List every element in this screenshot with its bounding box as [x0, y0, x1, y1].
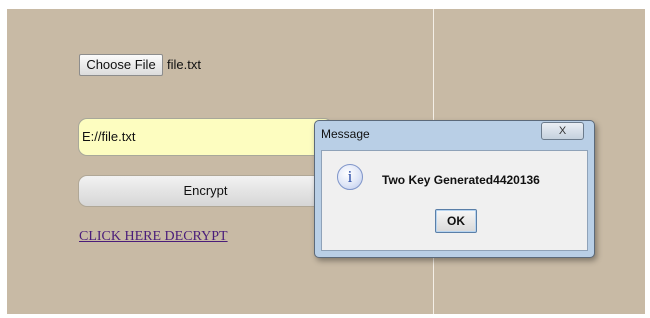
message-dialog: Message X i Two Key Generated4420136 OK: [314, 120, 595, 258]
selected-file-name: file.txt: [167, 57, 201, 72]
close-icon: X: [558, 125, 567, 137]
dialog-title: Message: [321, 127, 370, 141]
dialog-message: Two Key Generated4420136: [382, 173, 540, 187]
ok-button[interactable]: OK: [435, 209, 477, 233]
dialog-body: i Two Key Generated4420136 OK: [321, 150, 588, 251]
encrypt-button[interactable]: Encrypt: [78, 175, 333, 207]
file-path-input[interactable]: E://file.txt: [78, 118, 333, 156]
decrypt-link[interactable]: CLICK HERE DECRYPT: [79, 229, 228, 245]
choose-file-button[interactable]: Choose File: [79, 54, 163, 76]
close-button[interactable]: X: [541, 122, 584, 140]
info-icon: i: [337, 164, 363, 190]
